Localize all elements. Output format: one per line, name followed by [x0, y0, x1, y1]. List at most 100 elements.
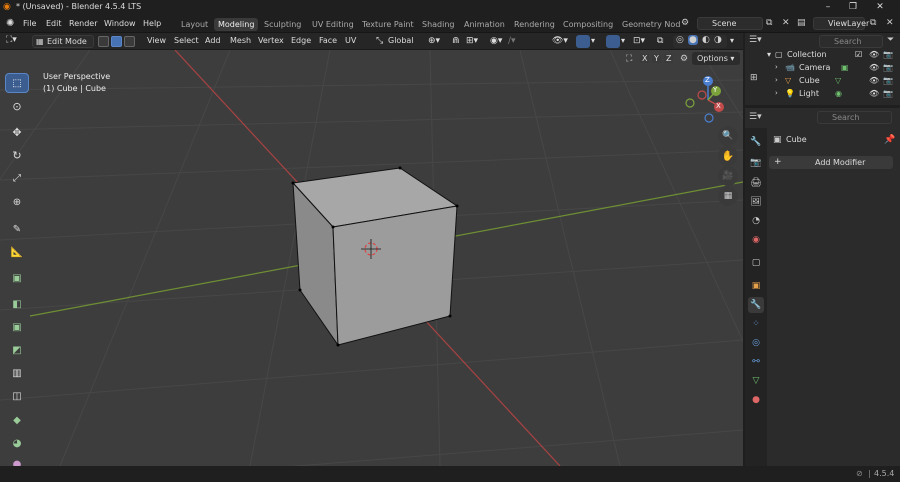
mesh-data-icon[interactable]: ▽	[835, 74, 841, 87]
menu-mesh[interactable]: Mesh	[230, 36, 251, 45]
material-shading-icon[interactable]: ◐	[702, 35, 710, 45]
outliner-row-collection[interactable]: ▾ ▢ Collection ☑ 👁 📷	[745, 48, 900, 61]
expand-icon[interactable]: ›	[775, 61, 778, 74]
menu-help[interactable]: Help	[143, 19, 161, 28]
tab-layout[interactable]: Layout	[177, 18, 212, 31]
menu-window[interactable]: Window	[104, 19, 136, 28]
measure-tool-icon[interactable]: 📐	[5, 242, 29, 262]
outliner-search-input[interactable]: Search	[819, 35, 883, 48]
close-icon[interactable]: ✕	[870, 0, 890, 15]
perspective-toggle-icon[interactable]: ▦	[718, 186, 738, 206]
scene-selector[interactable]: Scene	[697, 17, 763, 30]
collection-tab-icon[interactable]: ▢	[748, 255, 764, 271]
material-tab-icon[interactable]: ●	[748, 392, 764, 408]
proportional-edit-icon[interactable]: ◉▾	[490, 36, 502, 46]
3d-viewport[interactable]: User Perspective (1) Cube | Cube ⛶ X Y Z…	[0, 50, 743, 466]
tab-compositing[interactable]: Compositing	[559, 18, 617, 31]
mirror-z-button[interactable]: Z	[664, 54, 674, 63]
pin-icon[interactable]: 📌	[884, 135, 895, 145]
rotate-tool-icon[interactable]: ↻	[5, 145, 29, 165]
outliner-row-cube[interactable]: › ▽ Cube ▽ 👁 📷	[745, 74, 900, 87]
transform-tool-icon[interactable]: ⊕	[5, 192, 29, 212]
solid-shading-icon[interactable]: ●	[688, 35, 698, 45]
outliner-row-light[interactable]: › 💡 Light ◉ 👁 📷	[745, 87, 900, 100]
transform-orientation-select[interactable]: Global	[388, 36, 414, 45]
pivot-point-icon[interactable]: ⊕▾	[428, 36, 440, 46]
expand-icon[interactable]: ▾	[767, 48, 771, 61]
render-camera-icon[interactable]: 📷	[883, 61, 893, 74]
add-modifier-button[interactable]: + Add Modifier	[769, 156, 893, 169]
knife-tool-icon[interactable]: ◫	[5, 386, 29, 406]
add-cube-tool-icon[interactable]: ▣	[5, 268, 29, 288]
tab-shading[interactable]: Shading	[418, 18, 459, 31]
particles-tab-icon[interactable]: ⁘	[748, 316, 764, 332]
render-camera-icon[interactable]: 📷	[883, 87, 893, 100]
poly-build-tool-icon[interactable]: ◆	[5, 410, 29, 430]
visibility-eye-icon[interactable]: 👁	[869, 74, 879, 87]
view-layer-tab-icon[interactable]: 🖼	[748, 194, 764, 210]
tab-rendering[interactable]: Rendering	[510, 18, 559, 31]
shading-dropdown-icon[interactable]: ▾	[730, 36, 734, 45]
pan-hand-icon[interactable]: ✋	[718, 146, 738, 166]
menu-vertex[interactable]: Vertex	[258, 36, 284, 45]
outliner-row-camera[interactable]: › 📹 Camera ▣ 👁 📷	[745, 61, 900, 74]
edge-select-button[interactable]	[111, 36, 122, 47]
world-tab-icon[interactable]: ◉	[748, 232, 764, 248]
render-camera-icon[interactable]: 📷	[883, 74, 893, 87]
constraints-tab-icon[interactable]: ⚯	[748, 354, 764, 370]
delete-view-layer-icon[interactable]: ✕	[886, 18, 894, 28]
data-tab-icon[interactable]: ▽	[748, 373, 764, 389]
expand-icon[interactable]: ›	[775, 87, 778, 100]
menu-edit[interactable]: Edit	[46, 19, 62, 28]
menu-add[interactable]: Add	[205, 36, 221, 45]
overlay-toggle-button[interactable]	[606, 35, 620, 48]
collection-checkbox-icon[interactable]: ☑	[855, 48, 862, 61]
visibility-icon[interactable]: 👁▾	[552, 36, 568, 46]
outliner-editor-icon[interactable]: ☰▾	[749, 35, 762, 45]
scene-tab-icon[interactable]: ◔	[748, 213, 764, 229]
camera-view-icon[interactable]: 🎥	[718, 166, 738, 186]
properties-editor-icon[interactable]: ☰▾	[749, 112, 762, 122]
mirror-y-button[interactable]: Y	[652, 54, 661, 63]
falloff-icon[interactable]: ∕▾	[508, 36, 516, 46]
zoom-icon[interactable]: 🔍	[718, 126, 738, 146]
properties-search-input[interactable]: Search	[817, 111, 892, 124]
modifier-tab-icon[interactable]: 🔧	[748, 297, 764, 313]
select-box-tool-icon[interactable]: ⬚	[5, 73, 29, 93]
delete-scene-icon[interactable]: ✕	[782, 18, 790, 28]
vertex-select-button[interactable]	[98, 36, 109, 47]
menu-file[interactable]: File	[23, 19, 36, 28]
wireframe-shading-icon[interactable]: ◎	[676, 35, 684, 45]
visibility-eye-icon[interactable]: 👁	[869, 87, 879, 100]
rendered-shading-icon[interactable]: ◑	[714, 35, 722, 45]
editor-type-icon[interactable]: ⛶▾	[6, 35, 17, 45]
spin-tool-icon[interactable]: ◕	[5, 433, 29, 453]
tab-geometry-nodes[interactable]: Geometry Nod	[618, 18, 684, 31]
smooth-tool-icon[interactable]: ●	[5, 454, 29, 467]
cursor-tool-icon[interactable]: ⊙	[5, 96, 29, 116]
mode-selector[interactable]: ▦ Edit Mode	[32, 35, 94, 48]
gizmo-dropdown-icon[interactable]: ▾	[591, 36, 595, 45]
new-view-layer-icon[interactable]: ⧉	[870, 18, 876, 28]
overlay-dropdown-icon[interactable]: ▾	[621, 36, 625, 45]
object-tab-icon[interactable]: ▣	[748, 278, 764, 294]
menu-uv[interactable]: UV	[345, 36, 356, 45]
maximize-icon[interactable]: ❐	[843, 0, 863, 15]
visibility-eye-icon[interactable]: 👁	[869, 61, 879, 74]
tab-animation[interactable]: Animation	[460, 18, 509, 31]
snap-icon[interactable]: ⋒	[452, 36, 460, 46]
extrude-tool-icon[interactable]: ◧	[5, 294, 29, 314]
menu-render[interactable]: Render	[69, 19, 97, 28]
light-data-icon[interactable]: ◉	[835, 87, 842, 100]
render-camera-icon[interactable]: 📷	[883, 48, 893, 61]
mesh-edit-overlay-icon[interactable]: ⊡▾	[633, 36, 645, 46]
camera-data-icon[interactable]: ▣	[841, 61, 849, 74]
view-layer-selector[interactable]: ViewLayer	[813, 17, 869, 30]
inset-tool-icon[interactable]: ▣	[5, 317, 29, 337]
tab-uv-editing[interactable]: UV Editing	[308, 18, 358, 31]
render-tab-icon[interactable]: 📷	[748, 155, 764, 171]
mirror-icon[interactable]: ⛶	[626, 54, 632, 64]
tab-modeling[interactable]: Modeling	[214, 18, 259, 31]
menu-view[interactable]: View	[147, 36, 166, 45]
annotate-tool-icon[interactable]: ✎	[5, 219, 29, 239]
